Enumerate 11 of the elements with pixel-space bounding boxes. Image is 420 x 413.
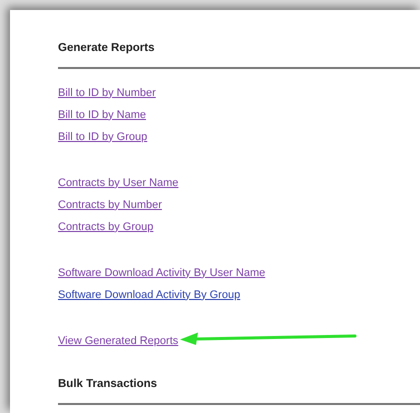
report-link[interactable]: View Generated Reports bbox=[58, 332, 178, 350]
report-link[interactable]: Contracts by Number bbox=[58, 196, 162, 214]
report-link[interactable]: Software Download Activity By User Name bbox=[58, 264, 266, 282]
report-link[interactable]: Bill to ID by Name bbox=[58, 106, 146, 124]
report-link[interactable]: Bill to ID by Number bbox=[58, 84, 156, 102]
report-link[interactable]: Software Download Activity By Group bbox=[58, 286, 240, 304]
section-heading: Generate Reports bbox=[58, 41, 156, 56]
report-link[interactable]: Contracts by User Name bbox=[58, 174, 178, 192]
report-link[interactable]: Contracts by Group bbox=[58, 218, 154, 236]
section-heading: Bulk Transactions bbox=[58, 377, 158, 392]
report-link[interactable]: Bill to ID by Group bbox=[58, 128, 148, 146]
